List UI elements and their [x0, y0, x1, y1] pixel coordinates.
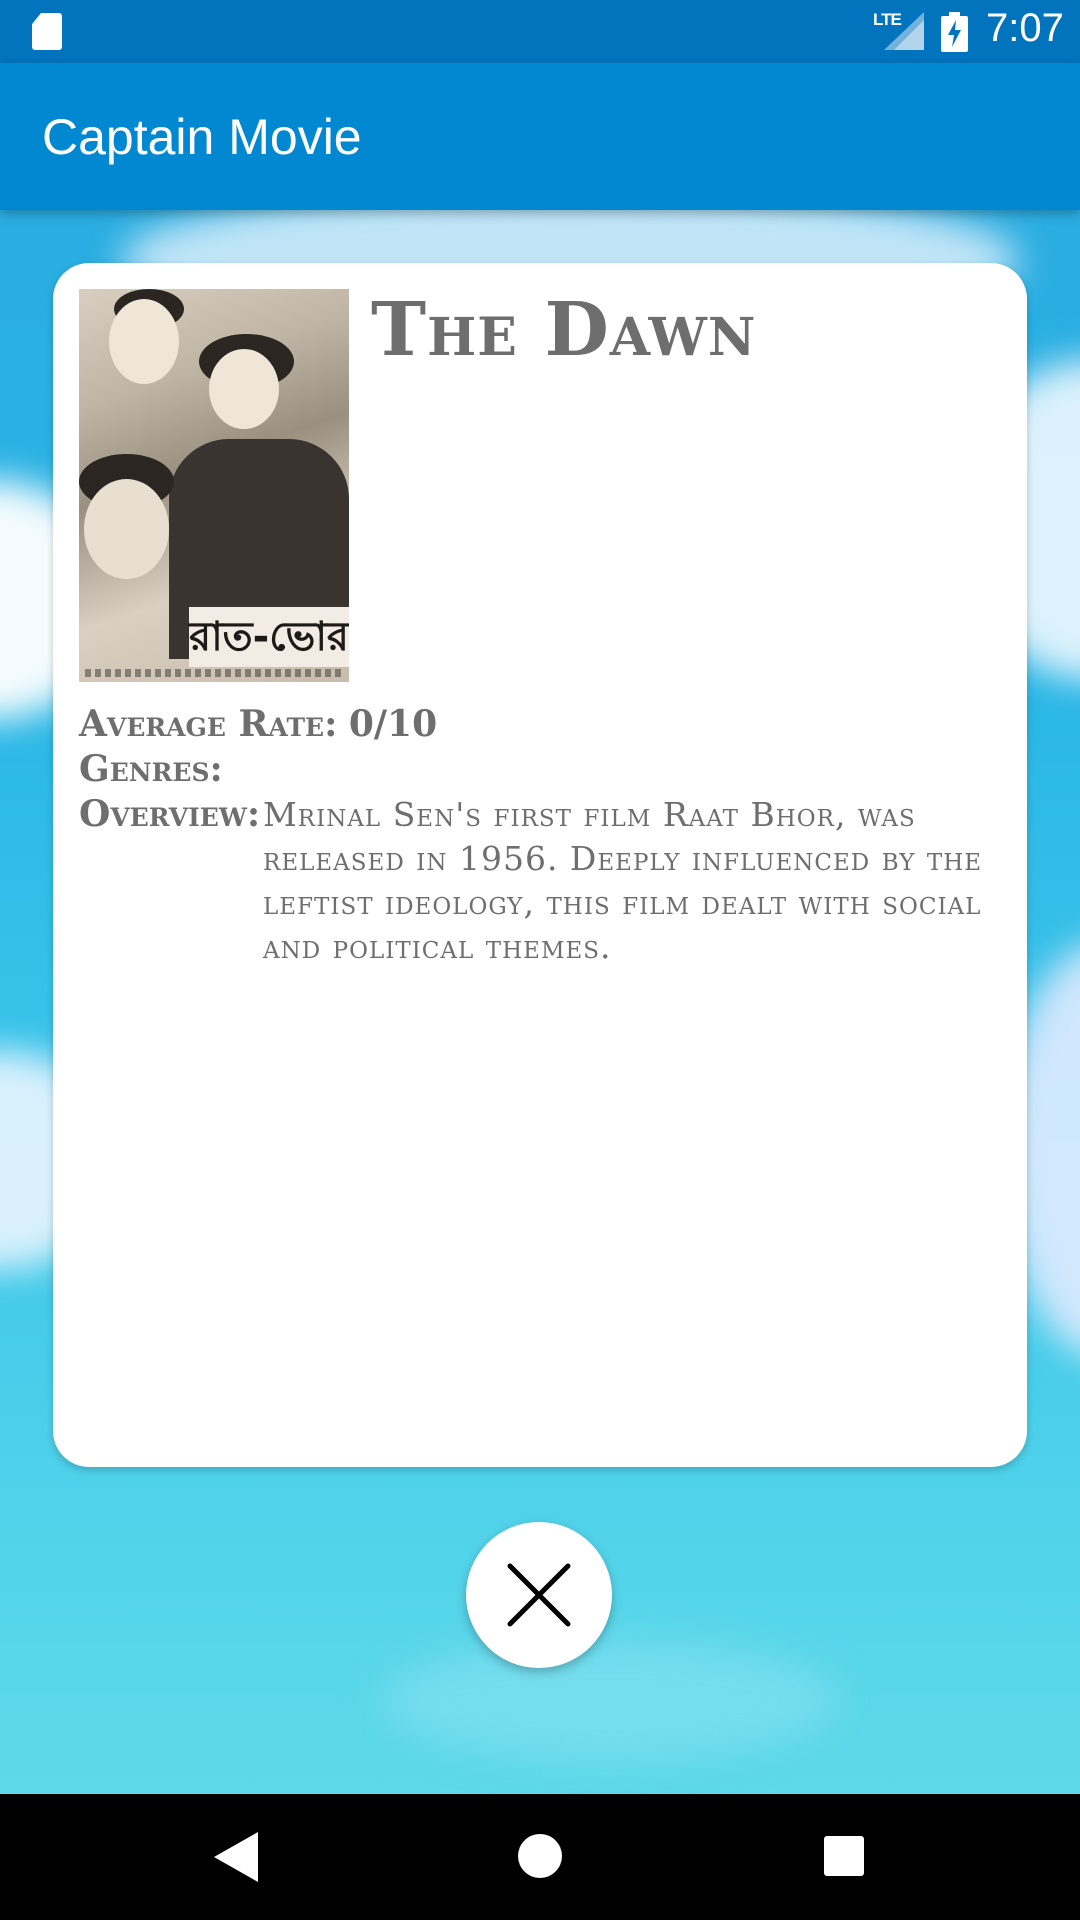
genres-row: Genres:: [79, 748, 223, 790]
poster-figure: [209, 349, 279, 429]
signal-icon: [884, 12, 924, 50]
back-icon[interactable]: [214, 1832, 258, 1882]
poster-credit-line: [85, 669, 345, 677]
poster-title-text: রাত-ভোর: [189, 607, 349, 667]
clock: 7:07: [986, 6, 1064, 50]
app-bar: Captain Movie: [0, 63, 1080, 210]
genres-label: Genres:: [79, 748, 223, 790]
navigation-bar: [0, 1794, 1080, 1920]
close-icon: [507, 1563, 571, 1627]
background-cloud: [380, 1640, 840, 1760]
screen: LTE 7:07 Captain Movie রাত-ভোর The Dawn: [0, 0, 1080, 1920]
poster-figure: [109, 299, 179, 384]
close-button[interactable]: [466, 1522, 612, 1668]
average-rate-label: Average Rate:: [79, 703, 338, 745]
sd-card-icon: [32, 13, 62, 50]
app-title: Captain Movie: [42, 109, 362, 165]
home-icon[interactable]: [518, 1834, 562, 1878]
battery-charging-icon: [941, 12, 968, 52]
average-rate-value: 0/10: [348, 703, 438, 745]
status-bar: LTE 7:07: [0, 0, 1080, 63]
movie-poster: রাত-ভোর: [79, 289, 349, 682]
overview-label: Overview:: [79, 793, 261, 835]
poster-figure: [84, 479, 169, 579]
overview-text: Mrinal Sen's first film Raat Bhor, was r…: [263, 795, 983, 966]
movie-title: The Dawn: [371, 287, 757, 373]
recents-icon[interactable]: [824, 1836, 864, 1876]
movie-card: রাত-ভোর The Dawn Average Rate: 0/10 Genr…: [53, 263, 1027, 1467]
average-rate-row: Average Rate: 0/10: [79, 703, 437, 745]
